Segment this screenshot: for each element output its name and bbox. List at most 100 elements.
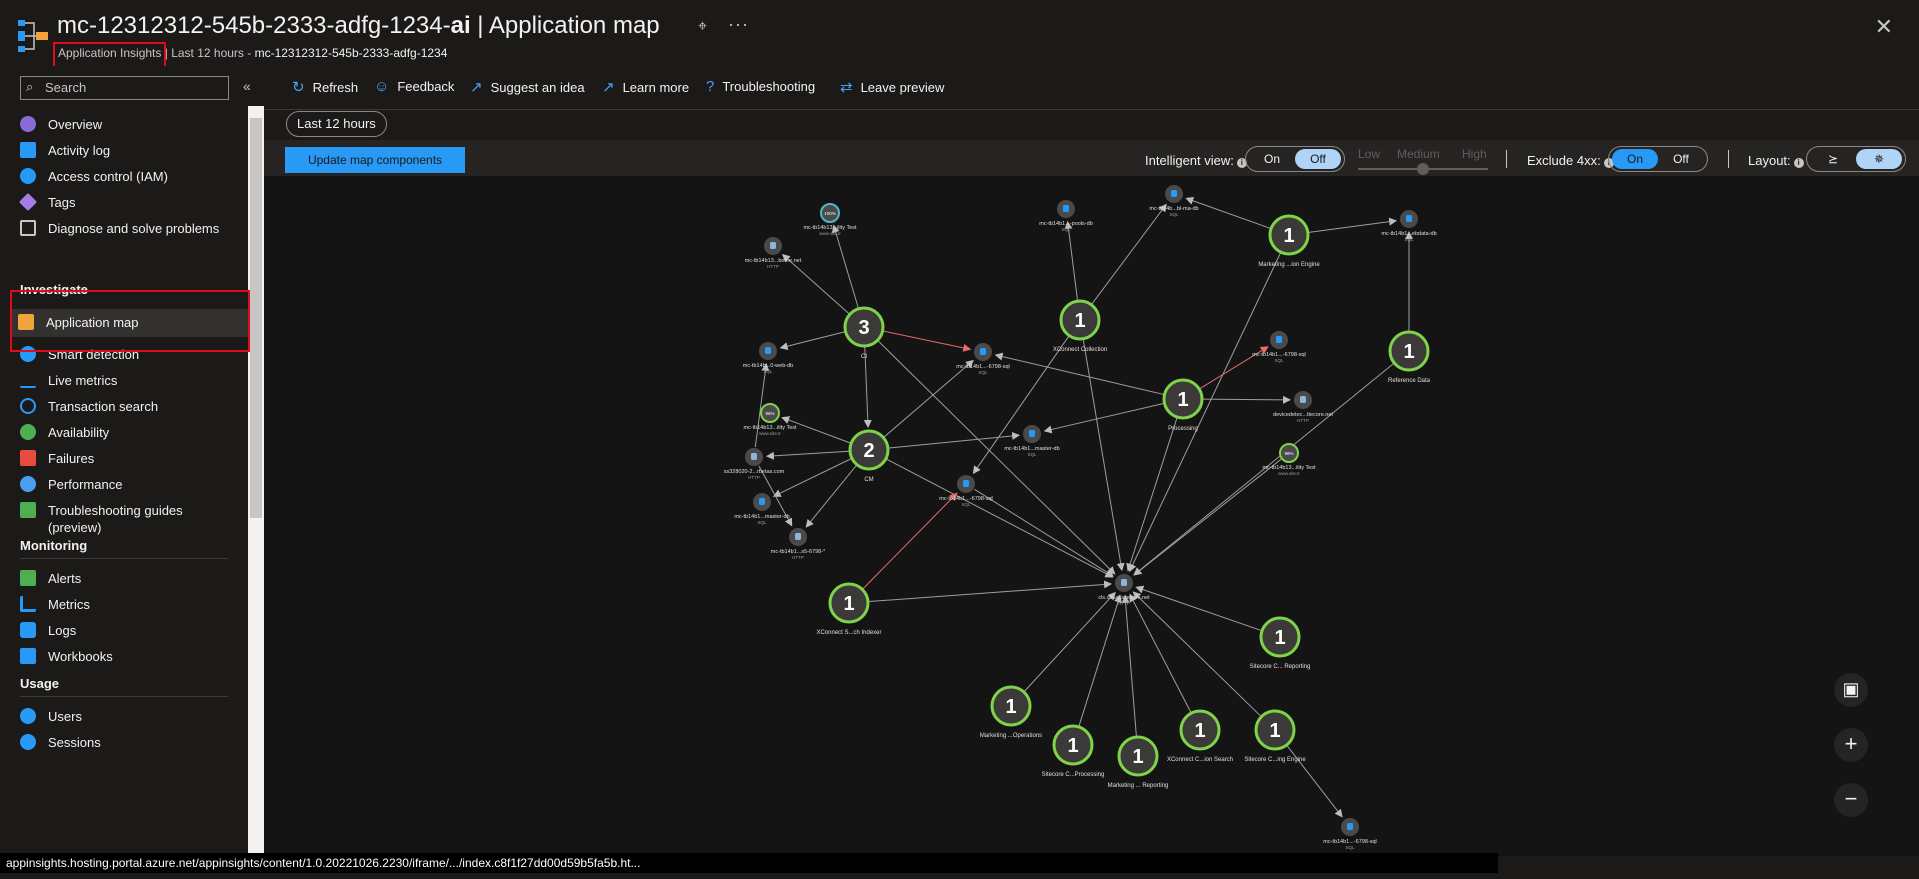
app-node-mktops[interactable]: 1 Marketing ...Operations [980,685,1042,739]
intelligent-view-off[interactable]: Off [1295,149,1341,169]
sidebar-item-troubleshooting-guides[interactable]: Troubleshooting guides (preview) [14,497,248,537]
dependency-node-devicedetect[interactable]: devicedetec...ttecore.netHTTP [1273,391,1333,423]
application-map-canvas[interactable]: 3 CI 2 CM 1 XConnect Collection 1 Marketing ...… [264,176,1919,856]
app-node-label: Marketing ...Operations [980,733,1042,739]
sidebar-item-users[interactable]: Users [14,703,248,731]
close-button[interactable]: ✕ [1875,14,1893,40]
dependency-node-ma1[interactable]: mc-tb14b...bl-ma-dbSQL [1149,185,1199,217]
exclude-4xx-toggle[interactable]: On Off [1608,146,1708,172]
divider [1506,150,1507,168]
app-node-count: 3 [858,317,869,339]
database-icon [759,498,765,505]
dependency-node-st6798[interactable]: mc-tb14b1...s5-6798-*HTTP [771,528,826,560]
dependency-node-rdata[interactable]: mc-tb14b1...ebdata-dbSQL [1381,210,1437,242]
app-node-mktreporting[interactable]: 1 Marketing ... Reporting [1108,735,1169,789]
sidebar-item-diagnose[interactable]: Diagnose and solve problems [14,215,248,243]
map-graph[interactable]: 3 CI 2 CM 1 XConnect Collection 1 Marketing ...… [264,176,1919,856]
metrics-icon [20,596,36,612]
dependency-type: www.site.tr [1278,471,1300,476]
exclude-4xx-on[interactable]: On [1612,149,1658,169]
collapse-sidebar-button[interactable]: « [243,78,251,94]
suggest-idea-button[interactable]: ↗ Suggest an idea [470,78,585,96]
dependency-node-ss1[interactable]: ss328020-2...rbetas.comHTTP [724,448,785,480]
app-node-cm[interactable]: 2 CM [848,429,890,483]
more-options-button[interactable]: ··· [728,14,749,35]
intelligent-view-on[interactable]: On [1249,149,1295,169]
app-node-count: 1 [843,593,854,615]
sidebar-item-failures[interactable]: Failures [14,445,248,473]
zoom-in-button[interactable]: + [1834,728,1868,762]
sidebar-item-sessions[interactable]: Sessions [14,729,248,757]
leave-preview-button[interactable]: ⇄ Leave preview [840,78,944,96]
sensitivity-slider-handle[interactable] [1417,163,1429,175]
app-node-ci[interactable]: 3 CI [843,306,885,360]
dependency-node-master2[interactable]: mc-tb14b1...master-dbSQL [734,493,790,525]
app-node-scprocessing[interactable]: 1 Sitecore C...Processing [1042,724,1105,778]
fit-to-screen-icon[interactable]: ▣ [1834,673,1868,707]
app-node-count: 1 [1283,225,1294,247]
dependency-edge [779,331,845,351]
app-node-xsearch[interactable]: 1 XConnect C...ion Search [1167,709,1233,763]
availability-badge: 98% [1284,451,1293,456]
dependency-edge [868,580,1113,603]
sidebar-item-overview[interactable]: Overview [14,111,248,139]
failures-icon [20,450,36,466]
dependency-type: HTTP [767,264,779,269]
sidebar-item-alerts[interactable]: Alerts [14,565,248,593]
dependency-type: HTTP [792,555,804,560]
sidebar-item-activity-log[interactable]: Activity log [14,137,248,165]
dependency-type: SQL [1404,237,1414,242]
app-node-count: 1 [1074,310,1085,332]
app-node-count: 1 [1005,696,1016,718]
force-layout-icon[interactable]: ✵ [1856,149,1902,169]
troubleshooting-button[interactable]: ? Troubleshooting [706,78,815,95]
app-node-refdata[interactable]: 1 Reference Data [1388,330,1431,384]
dependency-node-sqlB[interactable]: mc-tb14b1...-6798-sqlSQL [1252,331,1306,363]
sidebar-item-tags[interactable]: Tags [14,189,248,217]
dependency-node-avail1[interactable]: 100%mc-tb14b13...ility Testwww.site.tr [803,203,857,236]
app-node-scengine[interactable]: 1 Sitecore C...ing Engine [1244,709,1306,763]
database-icon [1063,205,1069,212]
layout-toggle[interactable]: ⪰ ✵ [1806,146,1906,172]
dependency-edge [1043,403,1164,434]
update-map-components-button[interactable]: Update map components [285,147,465,173]
time-range-pill[interactable]: Last 12 hours [286,111,387,137]
dependency-edge [1132,591,1262,717]
app-node-screporting[interactable]: 1 Sitecore C... Reporting [1250,616,1311,670]
zoom-out-button[interactable]: − [1834,783,1868,817]
sidebar-item-metrics[interactable]: Metrics [14,591,248,619]
app-node-processing[interactable]: 1 Processing [1162,378,1204,432]
dependency-edge [1202,395,1292,404]
dependency-type: HTTP [1297,418,1309,423]
sidebar-item-live-metrics[interactable]: Live metrics [14,367,248,395]
app-node-mktengine[interactable]: 1 Marketing ...ion Engine [1258,214,1320,268]
app-node-count: 1 [1177,389,1188,411]
intelligent-view-toggle[interactable]: On Off [1245,146,1345,172]
app-node-xcollect[interactable]: 1 XConnect Collection [1053,299,1107,353]
section-monitoring: Monitoring [20,538,88,553]
app-node-label: Reference Data [1388,378,1431,384]
dependency-edge [1128,252,1281,573]
search-input[interactable]: Search [20,76,229,100]
status-bar-url: appinsights.hosting.portal.azure.net/app… [0,853,1498,873]
sidebar-scrollbar-thumb[interactable] [250,118,262,518]
refresh-button[interactable]: ↻ Refresh [292,78,358,96]
dependency-node-sqlD[interactable]: mc-tb14b1...-6798-sqlSQL [1323,818,1377,850]
sidebar-item-logs[interactable]: Logs [14,617,248,645]
sidebar-item-workbooks[interactable]: Workbooks [14,643,248,671]
dependency-node-pools[interactable]: mc-tb14b1...-pools-dbSQL [1039,200,1093,232]
sidebar-item-performance[interactable]: Performance [14,471,248,499]
sensitivity-low-label: Low [1358,147,1381,161]
app-node-label: XConnect S...ch Indexer [816,630,881,636]
hierarchical-layout-icon[interactable]: ⪰ [1810,149,1856,169]
sidebar-item-availability[interactable]: Availability [14,419,248,447]
exclude-4xx-off[interactable]: Off [1658,149,1704,169]
sidebar-item-access-control[interactable]: Access control (IAM) [14,163,248,191]
feedback-button[interactable]: ☺ Feedback [374,78,454,95]
dependency-node-avail2[interactable]: 98%mc-tb14b13...ility Testwww.site.tr [1262,443,1316,476]
app-node-xindexer[interactable]: 1 XConnect S...ch Indexer [816,582,882,636]
pin-icon[interactable]: ⌖ [698,18,707,36]
learn-more-button[interactable]: ↗ Learn more [602,78,689,96]
app-node-label: Sitecore C...ing Engine [1244,757,1306,763]
sidebar-item-transaction-search[interactable]: Transaction search [14,393,248,421]
